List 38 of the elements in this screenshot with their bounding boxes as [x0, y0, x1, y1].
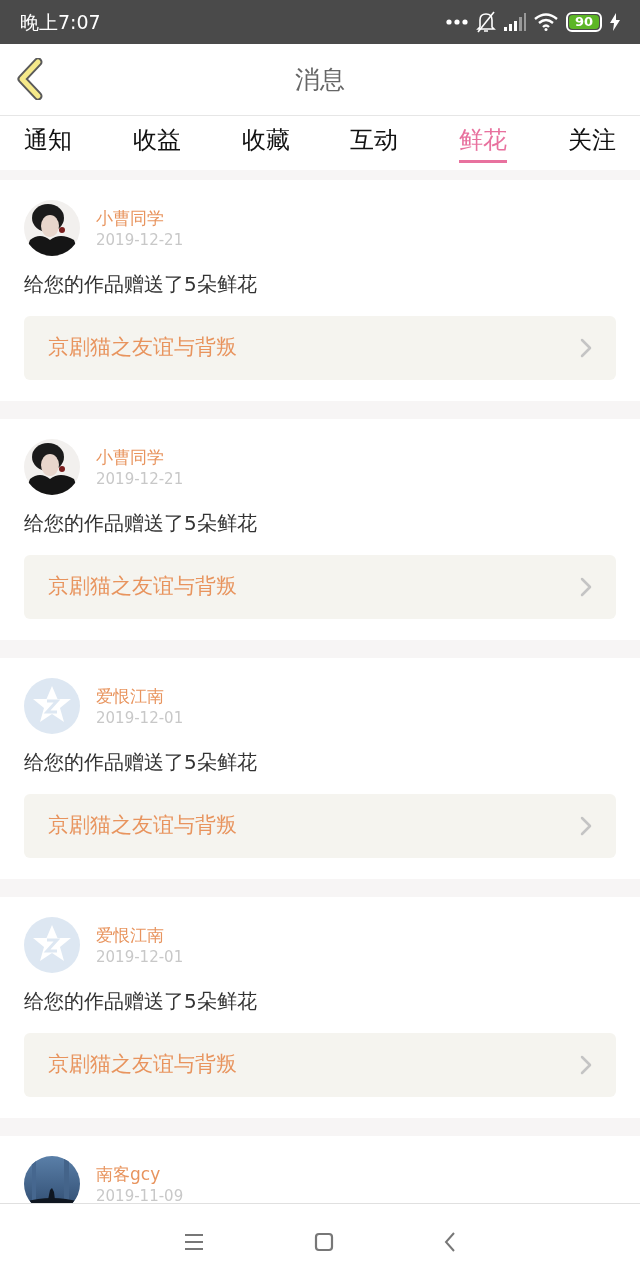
work-link[interactable]: 京剧猫之友谊与背叛 [24, 555, 616, 619]
back-icon[interactable] [444, 1231, 456, 1253]
status-time: 晚上7:07 [20, 9, 101, 35]
user-name[interactable]: 南客gcy [96, 1162, 184, 1186]
tab[interactable]: 鲜花 [459, 124, 508, 163]
chevron-right-icon [580, 577, 592, 597]
menu-icon[interactable] [184, 1233, 204, 1251]
wifi-icon [533, 13, 558, 31]
home-square-icon[interactable] [314, 1232, 334, 1252]
signal-icon [503, 13, 526, 31]
back-button[interactable] [16, 58, 44, 100]
chevron-right-icon [580, 816, 592, 836]
work-link[interactable]: 京剧猫之友谊与背叛 [24, 1033, 616, 1097]
chevron-right-icon [580, 1055, 592, 1075]
work-link[interactable]: 京剧猫之友谊与背叛 [24, 794, 616, 858]
avatar [24, 917, 80, 973]
message-text: 给您的作品赠送了5朵鲜花 [24, 511, 258, 535]
more-dots-icon [445, 19, 468, 25]
message-text: 给您的作品赠送了5朵鲜花 [24, 272, 258, 296]
tab[interactable]: 关注 [568, 124, 616, 163]
tab[interactable]: 通知 [24, 124, 72, 163]
chevron-right-icon [580, 338, 592, 358]
message-text: 给您的作品赠送了5朵鲜花 [24, 750, 258, 774]
tab[interactable]: 收益 [132, 124, 181, 163]
user-name[interactable]: 爱恨江南 [96, 923, 184, 947]
user-name[interactable]: 小曹同学 [96, 206, 184, 230]
page-title: 消息 [295, 63, 345, 96]
battery-indicator: 90 [565, 12, 602, 32]
user-name[interactable]: 爱恨江南 [96, 684, 184, 708]
tab[interactable]: 收藏 [241, 124, 290, 163]
avatar [24, 678, 80, 734]
chevron-left-icon [16, 58, 44, 100]
bell-off-icon [475, 11, 496, 33]
tab[interactable]: 互动 [350, 124, 399, 163]
work-link[interactable]: 京剧猫之友谊与背叛 [24, 316, 616, 380]
message-text: 给您的作品赠送了5朵鲜花 [24, 989, 258, 1013]
charging-icon [610, 13, 620, 31]
user-name[interactable]: 小曹同学 [96, 445, 184, 469]
